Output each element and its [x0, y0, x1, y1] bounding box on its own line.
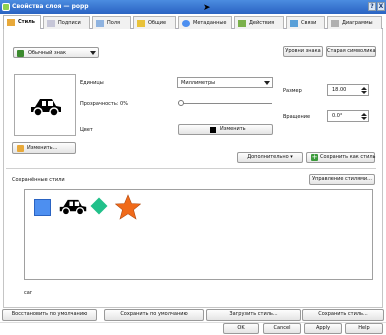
close-button[interactable]: X [377, 2, 385, 11]
restore-default-button[interactable]: Восстановить по умолчанию [2, 309, 97, 321]
help-title-button[interactable]: ? [368, 2, 376, 11]
wrench-icon [137, 20, 145, 27]
slider-handle[interactable] [178, 100, 184, 106]
joins-icon [290, 20, 298, 27]
filter-text: car [24, 290, 32, 296]
save-style-button[interactable]: Сохранить стиль... [302, 309, 384, 321]
help-button[interactable]: Help [345, 323, 383, 334]
transparency-label: Прозрачность: 0% [80, 101, 128, 107]
car-icon[interactable] [58, 196, 88, 216]
units-label: Единицы [80, 80, 104, 86]
diamond-icon[interactable] [90, 197, 108, 215]
tab-general[interactable]: Общие [133, 16, 176, 29]
size-label: Размер [283, 88, 302, 94]
symbol-preview [14, 74, 76, 136]
symbol-levels-button[interactable]: Уровни знака [283, 46, 323, 57]
color-swatch [210, 127, 216, 133]
color-label: Цвет [80, 127, 93, 133]
transparency-slider[interactable] [178, 100, 272, 106]
tab-diagrams[interactable]: Диаграммы [327, 16, 382, 29]
brush-icon [17, 145, 24, 152]
saved-symbols-list[interactable] [24, 189, 373, 280]
car-icon [31, 99, 61, 117]
window-title: Свойства слоя — рорр [12, 3, 89, 10]
info-icon [182, 20, 190, 27]
star-icon[interactable] [115, 194, 141, 220]
change-symbol-button[interactable]: Изменить... [12, 142, 76, 154]
table-icon [96, 20, 104, 27]
brush-icon [7, 19, 15, 26]
labels-icon [47, 20, 55, 27]
tab-joins[interactable]: Связи [286, 16, 325, 29]
diagram-icon [331, 20, 339, 27]
apply-button[interactable]: Apply [304, 323, 342, 334]
advanced-button[interactable]: Дополнительно ▾ [237, 152, 303, 163]
spin-down-icon[interactable] [361, 90, 367, 95]
rotation-spinbox[interactable]: 0.0° [327, 110, 369, 122]
tab-metadata[interactable]: Метаданные [178, 16, 232, 29]
save-as-style-button[interactable]: + Сохранить как стиль [306, 152, 375, 163]
app-icon [2, 3, 10, 11]
manage-styles-button[interactable]: Управление стилями... [309, 174, 375, 185]
square-icon[interactable] [34, 199, 51, 216]
plus-icon: + [311, 153, 318, 161]
single-symbol-icon [17, 50, 24, 57]
symbol-type-select[interactable]: Обычный знак [13, 47, 99, 58]
units-select[interactable]: Миллиметры [177, 77, 273, 88]
tab-fields[interactable]: Поля [92, 16, 131, 29]
ok-button[interactable]: OK [223, 323, 259, 334]
chevron-down-icon [90, 51, 96, 55]
chevron-down-icon [264, 81, 270, 85]
actions-icon [238, 20, 246, 27]
change-color-button[interactable]: Изменить [178, 124, 273, 135]
size-spinbox[interactable]: 18.00 [327, 84, 369, 96]
tab-labels[interactable]: Подписи [43, 16, 90, 29]
tab-style[interactable]: Стиль [3, 15, 41, 29]
title-bar: Свойства слоя — рорр ➤ ? X [0, 0, 386, 14]
tab-bar: Стиль Подписи Поля Общие Метаданные Дейс… [3, 15, 383, 29]
saved-styles-label: Сохранённые стили [12, 177, 65, 183]
cancel-button[interactable]: Cancel [263, 323, 301, 334]
load-style-button[interactable]: Загрузить стиль... [206, 309, 301, 321]
old-symbology-button[interactable]: Старая символика [326, 46, 376, 57]
spin-down-icon[interactable] [361, 116, 367, 121]
mouse-cursor-icon: ➤ [203, 3, 211, 13]
tab-actions[interactable]: Действия [234, 16, 284, 29]
divider [6, 168, 376, 169]
save-default-button[interactable]: Сохранить по умолчанию [104, 309, 204, 321]
rotation-label: Вращение [283, 114, 311, 120]
